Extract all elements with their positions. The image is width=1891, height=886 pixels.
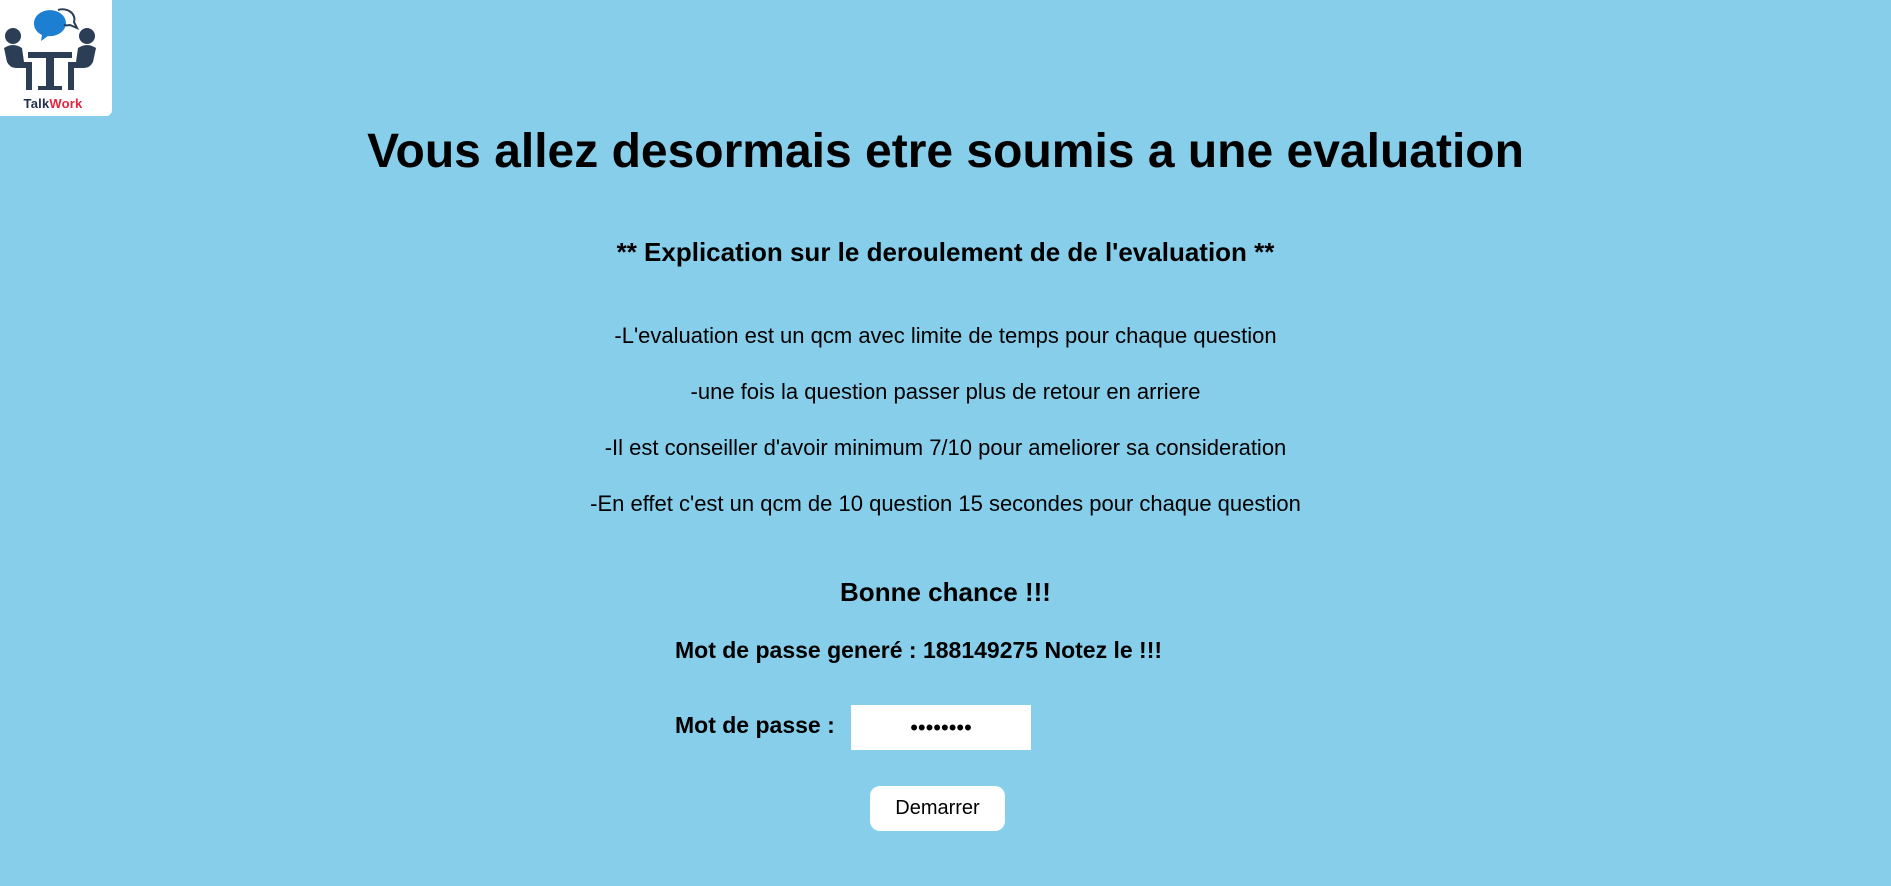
start-button[interactable]: Demarrer	[870, 786, 1005, 831]
password-label: Mot de passe :	[675, 712, 835, 738]
generated-password-text: Mot de passe generé : 188149275 Notez le…	[675, 637, 1163, 663]
page-title: Vous allez desormais etre soumis a une e…	[367, 125, 1524, 178]
instruction-item: -Il est conseiller d'avoir minimum 7/10 …	[604, 435, 1287, 460]
logo-wordmark: TalkWork	[0, 96, 106, 111]
password-input[interactable]	[851, 705, 1031, 750]
logo-brand-work: Work	[49, 96, 83, 111]
instruction-item: -En effet c'est un qcm de 10 question 15…	[590, 491, 1301, 516]
instruction-item: -une fois la question passer plus de ret…	[690, 379, 1201, 404]
evaluation-page: TalkWork Vous allez desormais etre soumi…	[0, 0, 1891, 886]
logo-brand-talk: Talk	[23, 96, 50, 111]
talkwork-logo[interactable]: TalkWork	[0, 0, 112, 116]
instruction-item: -L'evaluation est un qcm avec limite de …	[614, 323, 1277, 348]
instructions-heading: ** Explication sur le deroulement de de …	[616, 237, 1275, 267]
instructions-list: -L'evaluation est un qcm avec limite de …	[0, 322, 1891, 546]
good-luck-message: Bonne chance !!!	[840, 577, 1051, 607]
